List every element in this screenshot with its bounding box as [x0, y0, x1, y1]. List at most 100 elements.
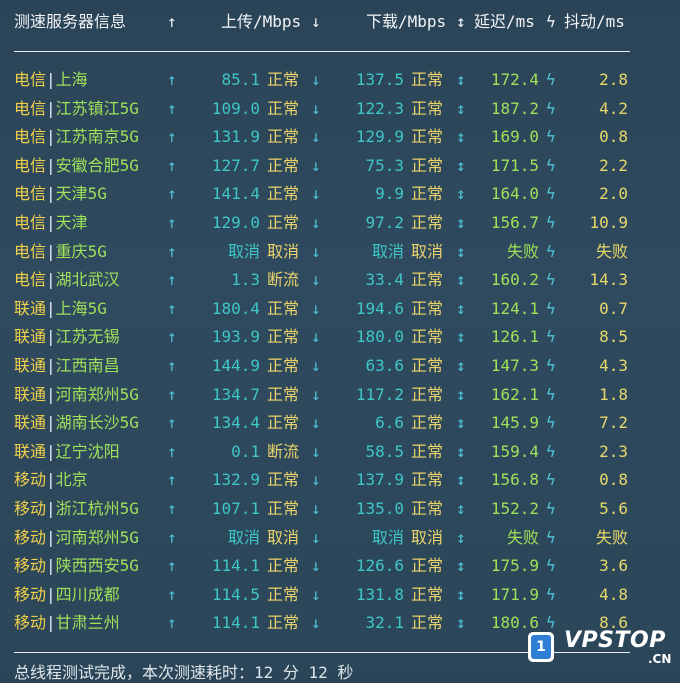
updown-arrow-icon: ↕: [456, 298, 466, 318]
table-row: 联通|湖南长沙5G ↑ 134.4 正常 ↓ 6.6 正常 ↕ 145.9 ϟ 7.2: [0, 409, 680, 438]
latency-value: 156.8: [490, 470, 539, 490]
up-arrow-icon: ↑: [167, 213, 177, 232]
upload-status: 正常: [267, 556, 300, 576]
updown-arrow-icon: ↕: [456, 384, 466, 404]
download-status: 正常: [411, 70, 444, 89]
city-name: 上海5G: [55, 298, 107, 318]
jitter-value: 2.3: [599, 441, 628, 461]
upload-value: 131.9: [211, 127, 260, 147]
jitter-icon: ϟ: [546, 98, 556, 118]
down-arrow-icon: ↓: [311, 155, 321, 175]
download-status: 正常: [411, 441, 444, 461]
download-status: 正常: [411, 270, 444, 290]
jitter-value: 4.8: [599, 584, 628, 604]
download-value: 取消: [371, 241, 404, 261]
table-row: 电信|安徽合肥5G ↑ 127.7 正常 ↓ 75.3 正常 ↕ 171.5 ϟ 2.2: [0, 152, 680, 181]
isp-name: 电信: [14, 98, 47, 118]
server-cell: 联通|河南郑州5G: [14, 381, 139, 410]
server-cell: 电信|江苏镇江5G: [14, 95, 139, 124]
header-server: 测速服务器信息: [14, 12, 127, 31]
latency-value: 156.7: [490, 213, 539, 232]
latency-value: 159.4: [490, 441, 539, 461]
jitter-value: 5.6: [599, 499, 628, 518]
upload-status: 正常: [267, 613, 300, 633]
down-arrow-icon: ↓: [311, 613, 321, 633]
up-arrow-icon: ↑: [167, 98, 177, 118]
city-name: 陕西西安5G: [55, 556, 139, 576]
upload-value: 1.3: [231, 270, 260, 290]
up-arrow-icon: ↑: [167, 270, 177, 290]
jitter-icon: ϟ: [546, 213, 556, 232]
isp-name: 联通: [14, 298, 47, 318]
upload-status: 正常: [267, 327, 300, 347]
jitter-value: 10.9: [589, 213, 628, 232]
download-value: 32.1: [365, 613, 404, 633]
download-value: 137.5: [355, 70, 404, 89]
jitter-value: 0.7: [599, 298, 628, 318]
upload-status: 正常: [267, 70, 300, 89]
jitter-value: 0.8: [599, 470, 628, 490]
jitter-value: 3.6: [599, 556, 628, 576]
down-arrow-icon: ↓: [311, 499, 321, 518]
up-arrow-icon: ↑: [167, 298, 177, 318]
separator: |: [46, 584, 56, 604]
header-latency: 延迟/ms: [474, 12, 535, 31]
isp-name: 电信: [14, 127, 47, 147]
server-cell: 移动|浙江杭州5G: [14, 495, 139, 524]
upload-status: 正常: [267, 155, 300, 175]
download-status: 正常: [411, 384, 444, 404]
server-cell: 电信|天津: [14, 209, 88, 238]
latency-value: 失败: [506, 241, 539, 261]
isp-name: 电信: [14, 270, 47, 290]
jitter-icon: ϟ: [546, 556, 556, 576]
up-arrow-icon: ↑: [167, 556, 177, 576]
up-arrow-icon: ↑: [167, 499, 177, 518]
logo-badge-number: 1: [531, 635, 551, 659]
table-row: 电信|重庆5G ↑ 取消 取消 ↓ 取消 取消 ↕ 失败 ϟ 失败: [0, 238, 680, 267]
up-arrow-icon: ↑: [167, 70, 177, 89]
footer-summary: 总线程测试完成，本次测速耗时：12 分 12 秒: [14, 663, 354, 682]
latency-value: 164.0: [490, 184, 539, 204]
down-arrow-icon: ↓: [311, 184, 321, 204]
jitter-icon: ϟ: [546, 584, 556, 604]
jitter-value: 2.0: [599, 184, 628, 204]
up-arrow-icon: ↑: [167, 356, 177, 375]
download-status: 取消: [411, 527, 444, 547]
down-arrow-icon: ↓: [311, 356, 321, 375]
vpstop-watermark-logo: 1 VPSTOP .CN: [524, 628, 680, 672]
server-cell: 联通|江西南昌: [14, 352, 120, 381]
upload-value: 107.1: [211, 499, 260, 518]
city-name: 北京: [55, 470, 88, 490]
separator: |: [46, 356, 56, 375]
updown-arrow-icon: ↕: [456, 556, 466, 576]
jitter-icon: ϟ: [546, 384, 556, 404]
top-divider: [14, 51, 630, 52]
table-row: 移动|四川成都 ↑ 114.5 正常 ↓ 131.8 正常 ↕ 171.9 ϟ 4.8: [0, 581, 680, 610]
upload-value: 193.9: [211, 327, 260, 347]
separator: |: [46, 613, 56, 633]
upload-value: 109.0: [211, 98, 260, 118]
table-row: 联通|江苏无锡 ↑ 193.9 正常 ↓ 180.0 正常 ↕ 126.1 ϟ 8.5: [0, 323, 680, 352]
download-value: 194.6: [355, 298, 404, 318]
upload-status: 正常: [267, 356, 300, 375]
city-name: 上海: [55, 70, 88, 89]
separator: |: [46, 441, 56, 461]
isp-name: 电信: [14, 241, 47, 261]
separator: |: [46, 241, 56, 261]
city-name: 浙江杭州5G: [55, 499, 139, 518]
download-value: 58.5: [365, 441, 404, 461]
latency-value: 126.1: [490, 327, 539, 347]
separator: |: [46, 98, 56, 118]
separator: |: [46, 470, 56, 490]
updown-arrow-icon: ↕: [456, 470, 466, 490]
download-status: 正常: [411, 584, 444, 604]
down-arrow-icon: ↓: [311, 556, 321, 576]
updown-arrow-icon: ↕: [456, 270, 466, 290]
download-status: 取消: [411, 241, 444, 261]
upload-status: 正常: [267, 499, 300, 518]
upload-value: 144.9: [211, 356, 260, 375]
logo-suffix: .CN: [648, 652, 672, 666]
city-name: 河南郑州5G: [55, 527, 139, 547]
jitter-value: 2.2: [599, 155, 628, 175]
isp-name: 移动: [14, 470, 47, 490]
